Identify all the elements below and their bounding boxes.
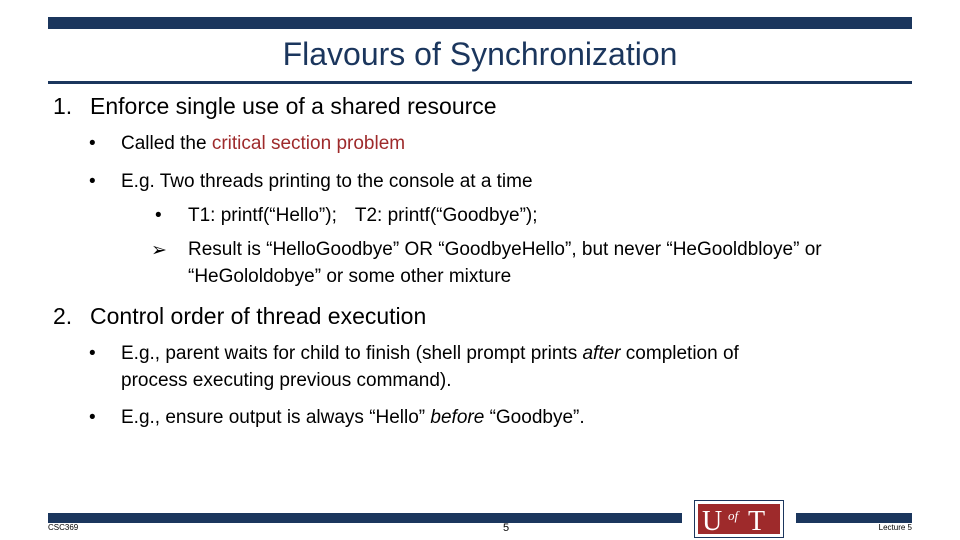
emphasis-after: after	[582, 343, 621, 364]
item-heading-1: Enforce single use of a shared resource	[90, 93, 497, 119]
logo-letters-icon: U of T	[702, 506, 765, 534]
t2-code: T2: printf(“Goodbye”);	[354, 205, 538, 226]
bullet-parent-waits: E.g., parent waits for child to finish (…	[121, 343, 739, 365]
university-of-toronto-logo: U of T	[694, 500, 784, 538]
logo-letter-u: U	[702, 506, 722, 534]
arrow-bullet-icon: ➢	[151, 240, 167, 261]
logo-letter-t: T	[748, 506, 765, 534]
bullet-parent-waits-line-2: process executing previous command).	[121, 370, 452, 391]
footer-bar-left	[48, 513, 682, 523]
bullet-two-threads: E.g. Two threads printing to the console…	[121, 171, 533, 192]
critical-section-highlight: critical section problem	[211, 133, 406, 154]
page-number: 5	[502, 522, 510, 534]
emphasis-before: before	[430, 407, 485, 428]
bullet-text: completion of	[620, 343, 739, 364]
bullet-hello-before: E.g., ensure output is always “Hello” be…	[121, 407, 585, 429]
sub-bullet-glyph: •	[155, 205, 162, 226]
footer-lecture: Lecture 5	[878, 523, 912, 532]
footer-course: CSC369	[48, 523, 79, 532]
bullet-glyph: •	[89, 343, 96, 364]
t1-code: T1: printf(“Hello”);	[188, 205, 337, 226]
bullet-text: “Goodbye”.	[484, 407, 585, 428]
footer-bar-right	[796, 513, 912, 523]
sub-bullet-printf: T1: printf(“Hello”); T2: printf(“Goodbye”…	[188, 205, 538, 227]
item-number-1: 1.	[53, 93, 73, 119]
bullet-glyph: •	[89, 133, 96, 154]
bullet-glyph: •	[89, 407, 96, 428]
item-heading-2: Control order of thread execution	[90, 303, 427, 329]
slide-body: 1. Enforce single use of a shared resour…	[0, 0, 960, 540]
logo-letters-of: of	[728, 508, 741, 523]
bullet-critical-section: Called the critical section problem	[121, 133, 405, 155]
bullet-text: E.g., ensure output is always “Hello”	[121, 407, 431, 428]
arrow-item-line-1: Result is “HelloGoodbye” OR “GoodbyeHell…	[188, 239, 822, 260]
bullet-glyph: •	[89, 171, 96, 192]
item-number-2: 2.	[53, 303, 73, 329]
arrow-item-line-2: “HeGololdobye” or some other mixture	[188, 266, 512, 287]
bullet-text: E.g., parent waits for child to finish (…	[121, 343, 583, 364]
logo-background: U of T	[698, 504, 780, 534]
bullet-text: Called the	[121, 133, 212, 154]
